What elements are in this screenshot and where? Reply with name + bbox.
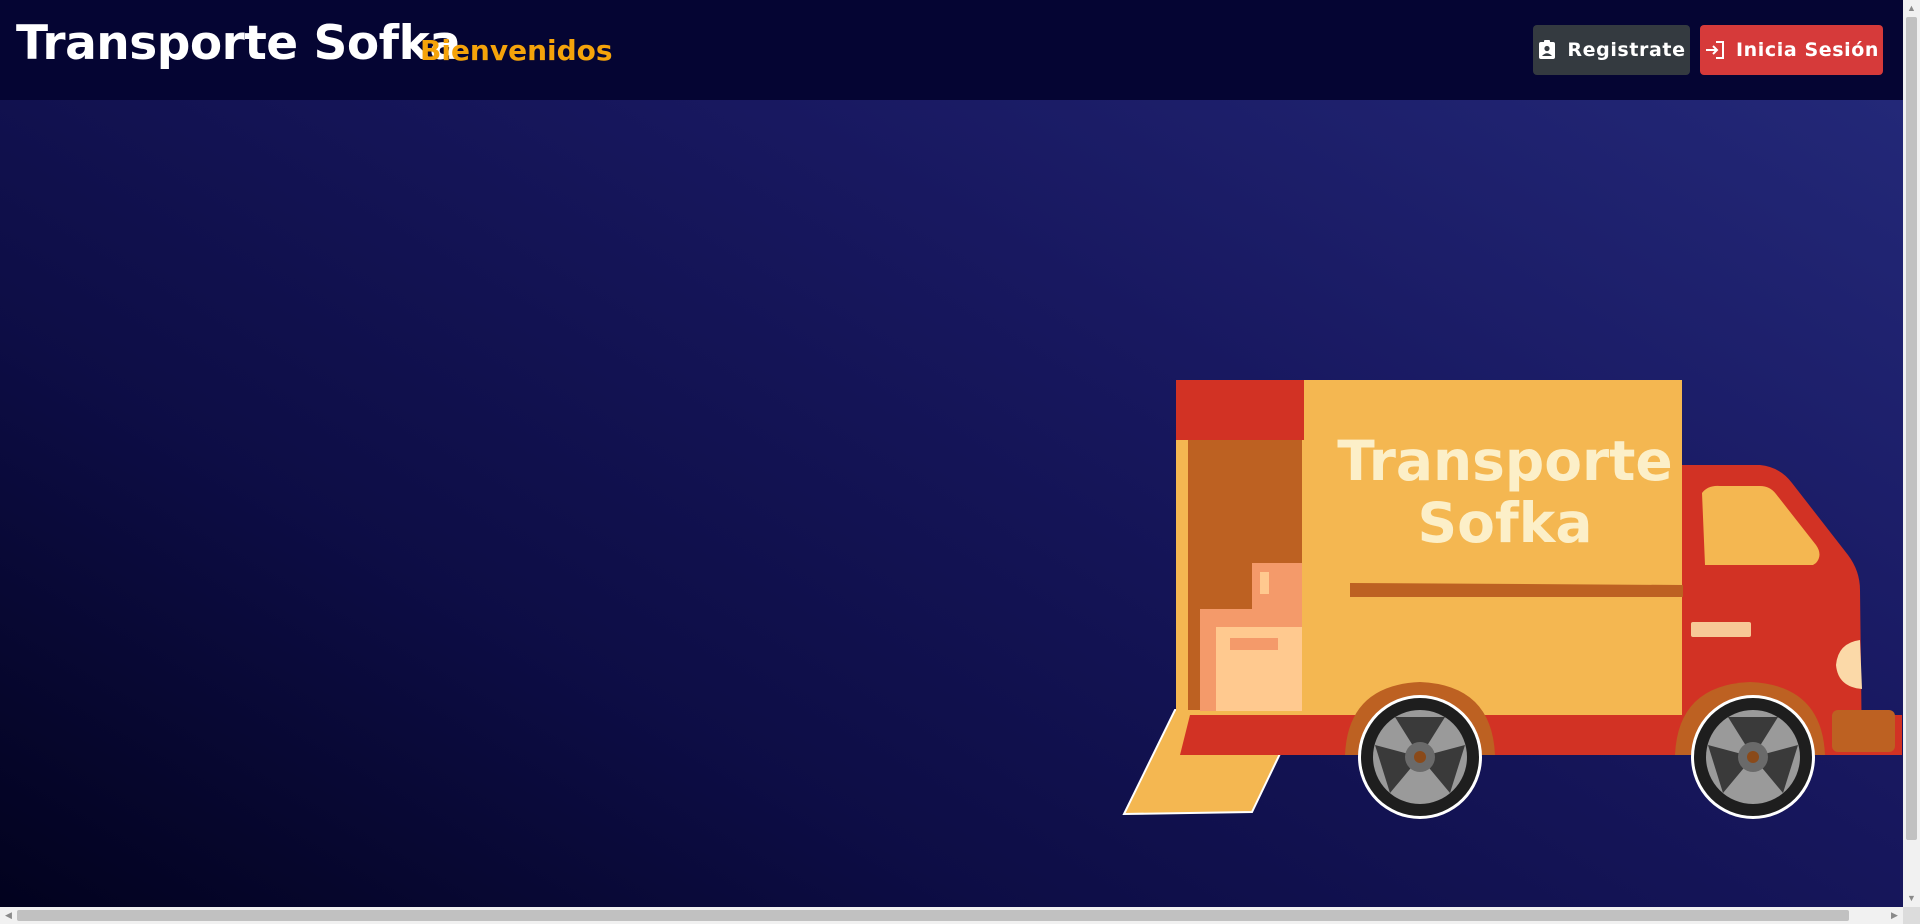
delivery-truck-illustration: Transporte Sofka	[1122, 380, 1902, 819]
truck-lettering-line2: Sofka	[1417, 491, 1592, 555]
scrollbar-corner	[1903, 907, 1920, 924]
register-label: Registrate	[1567, 39, 1686, 61]
horizontal-scrollbar[interactable]: ◀ ▶	[0, 907, 1903, 924]
vertical-scrollbar[interactable]: ▲ ▼	[1903, 0, 1920, 907]
welcome-text: Bienvenidos	[420, 34, 613, 67]
navbar: Transporte Sofka Bienvenidos Registrate	[0, 0, 1903, 100]
viewport: Transporte Sofka Bienvenidos Registrate	[0, 0, 1903, 907]
hero-section: Transporte Sofka	[0, 100, 1903, 907]
brand-title[interactable]: Transporte Sofka	[16, 16, 461, 71]
scroll-left-arrow-icon[interactable]: ◀	[0, 907, 17, 924]
contact-id-icon	[1537, 40, 1557, 60]
horizontal-scroll-thumb[interactable]	[17, 910, 1849, 921]
truck-lettering-line1: Transporte	[1337, 429, 1672, 493]
login-label: Inicia Sesión	[1735, 39, 1880, 61]
vertical-scroll-thumb[interactable]	[1906, 17, 1917, 840]
scroll-right-arrow-icon[interactable]: ▶	[1886, 907, 1903, 924]
front-wheel	[1691, 695, 1815, 819]
scroll-up-arrow-icon[interactable]: ▲	[1903, 0, 1920, 17]
rear-wheel	[1358, 695, 1482, 819]
register-button[interactable]: Registrate	[1533, 25, 1690, 75]
scroll-down-arrow-icon[interactable]: ▼	[1903, 890, 1920, 907]
login-icon	[1704, 39, 1726, 61]
login-button[interactable]: Inicia Sesión	[1700, 25, 1883, 75]
